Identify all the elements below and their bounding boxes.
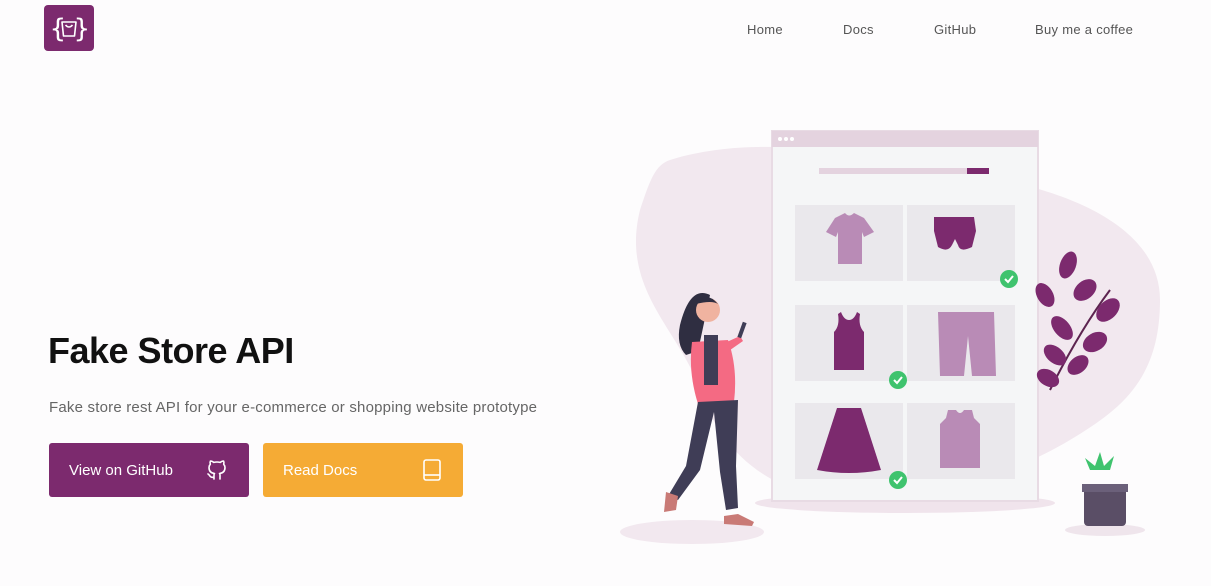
github-icon <box>207 460 226 480</box>
view-on-github-button[interactable]: View on GitHub <box>49 443 249 497</box>
book-icon <box>423 459 441 481</box>
read-docs-button[interactable]: Read Docs <box>263 443 463 497</box>
hero-subtitle: Fake store rest API for your e-commerce … <box>49 399 538 416</box>
tank-top-icon <box>834 312 864 370</box>
read-docs-label: Read Docs <box>283 461 358 479</box>
check-icon-3 <box>889 471 907 489</box>
browser-window-icon <box>771 130 1039 502</box>
view-on-github-label: View on GitHub <box>69 461 173 479</box>
page: { } Home Docs GitHub Buy me a coffee Fak… <box>0 0 1211 586</box>
potted-plant-icon <box>1082 452 1128 526</box>
hero-title: Fake Store API <box>48 330 294 371</box>
nav-github[interactable]: GitHub <box>934 22 976 37</box>
vest-icon <box>940 410 980 468</box>
main-nav: Home Docs GitHub Buy me a coffee <box>0 22 1211 42</box>
check-icon-2 <box>889 371 907 389</box>
nav-home[interactable]: Home <box>747 22 783 37</box>
nav-buy-me-a-coffee[interactable]: Buy me a coffee <box>1035 22 1133 37</box>
nav-docs[interactable]: Docs <box>843 22 874 37</box>
hero-illustration <box>620 130 1160 544</box>
check-icon-1 <box>1000 270 1018 288</box>
